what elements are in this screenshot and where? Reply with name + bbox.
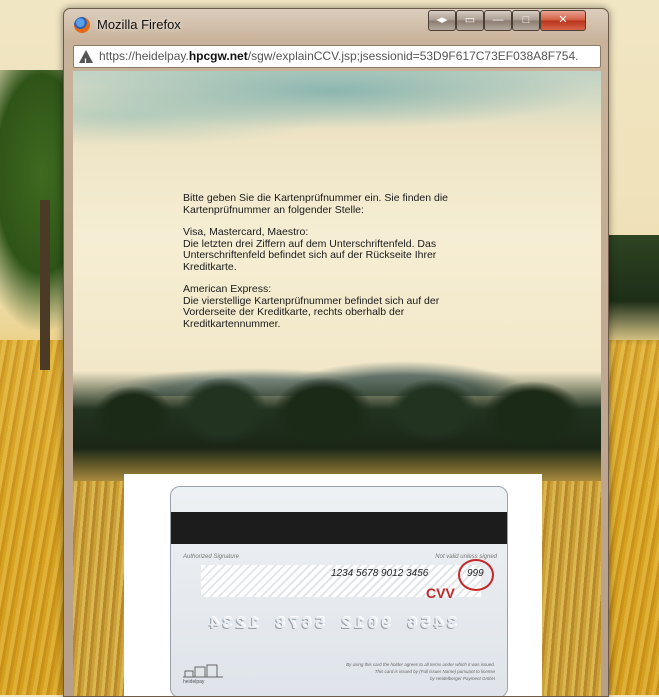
window-title: Mozilla Firefox (97, 17, 181, 32)
not-valid-label: Not valid unless signed (435, 554, 497, 560)
security-warning-icon[interactable] (79, 50, 93, 67)
maximize-button[interactable]: □ (512, 10, 540, 31)
card-number: 1234 5678 9012 3456 (331, 568, 429, 579)
card-illustration: Authorized Signature Not valid unless si… (124, 474, 542, 696)
amex-heading: American Express: (183, 283, 272, 295)
embossed-number-mirrored: 3456 9012 5678 1234 (206, 615, 457, 634)
fine-print-line-3: by Heidelberger Payment GmbH (429, 676, 495, 681)
desktop-wallpaper-trunk (40, 200, 50, 370)
page-viewport[interactable]: Bitte geben Sie die Kartenprüfnummer ein… (73, 71, 601, 696)
firefox-popup-window: Mozilla Firefox ◂▸ ▭ — □ ✕ https://heide… (63, 8, 609, 697)
page-background-forest (73, 371, 601, 481)
url-path: /sgw/explainCCV.jsp;jsessionid=53D9F617C… (247, 49, 579, 63)
credit-card-back: Authorized Signature Not valid unless si… (170, 486, 508, 696)
fine-print-line-2: This card is issued by (Full issuer Name… (374, 669, 495, 674)
firefox-icon (74, 17, 90, 33)
intro-text: Bitte geben Sie die Kartenprüfnummer ein… (183, 192, 448, 216)
logo-text: heidelpay (183, 679, 205, 685)
amex-text: Die vierstellige Kartenprüfnummer befind… (183, 294, 440, 330)
heidelpay-logo-icon (183, 664, 223, 678)
visa-heading: Visa, Mastercard, Maestro: (183, 226, 309, 238)
url-domain: hpcgw.net (188, 49, 248, 63)
caption-extra-button-2[interactable]: ▭ (456, 10, 484, 31)
address-bar[interactable]: https://heidelpay.hpcgw.net/sgw/explainC… (73, 45, 601, 68)
heidelpay-logo: heidelpay (183, 663, 223, 685)
magnetic-stripe (171, 512, 507, 544)
caption-extra-button-1[interactable]: ◂▸ (428, 10, 456, 31)
cvv-instructions: Bitte geben Sie die Kartenprüfnummer ein… (183, 192, 483, 341)
card-fine-print: By using this card the holder agrees to … (325, 661, 495, 682)
window-titlebar[interactable]: Mozilla Firefox ◂▸ ▭ — □ ✕ (64, 9, 608, 41)
visa-text: Die letzten drei Ziffern auf dem Untersc… (183, 237, 437, 273)
minimize-button[interactable]: — (484, 10, 512, 31)
authorized-signature-label: Authorized Signature (183, 554, 240, 560)
cvv-highlight-circle (458, 559, 494, 591)
url-text: https://heidelpay.hpcgw.net/sgw/explainC… (99, 46, 578, 67)
close-button[interactable]: ✕ (540, 10, 586, 31)
url-prefix: https://heidelpay. (99, 49, 189, 63)
cvv-label: CVV (426, 585, 455, 601)
fine-print-line-1: By using this card the holder agrees to … (346, 662, 495, 667)
